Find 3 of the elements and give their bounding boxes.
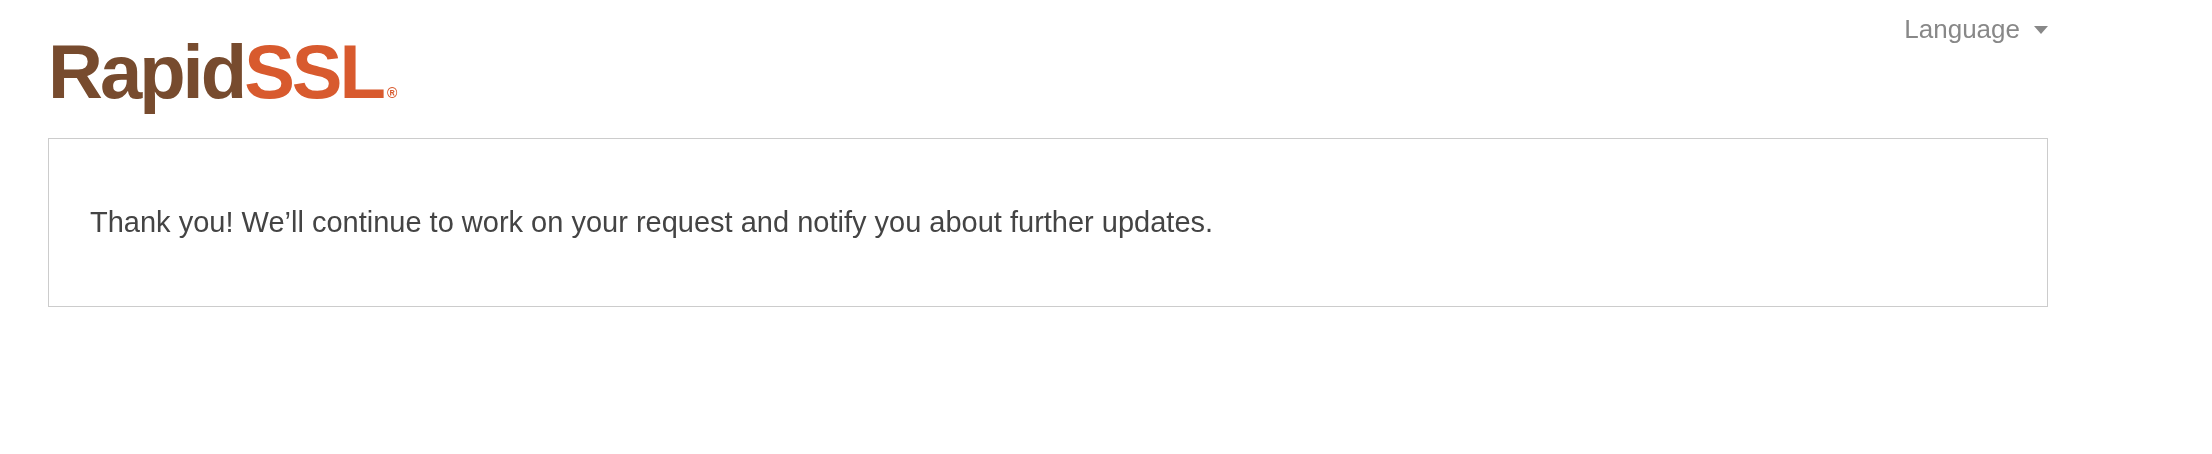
confirmation-message: Thank you! We’ll continue to work on your request and notify you about further updates. [90, 206, 1214, 239]
caret-icon [2034, 25, 2048, 34]
language-dropdown[interactable]: Language [1904, 14, 2048, 45]
